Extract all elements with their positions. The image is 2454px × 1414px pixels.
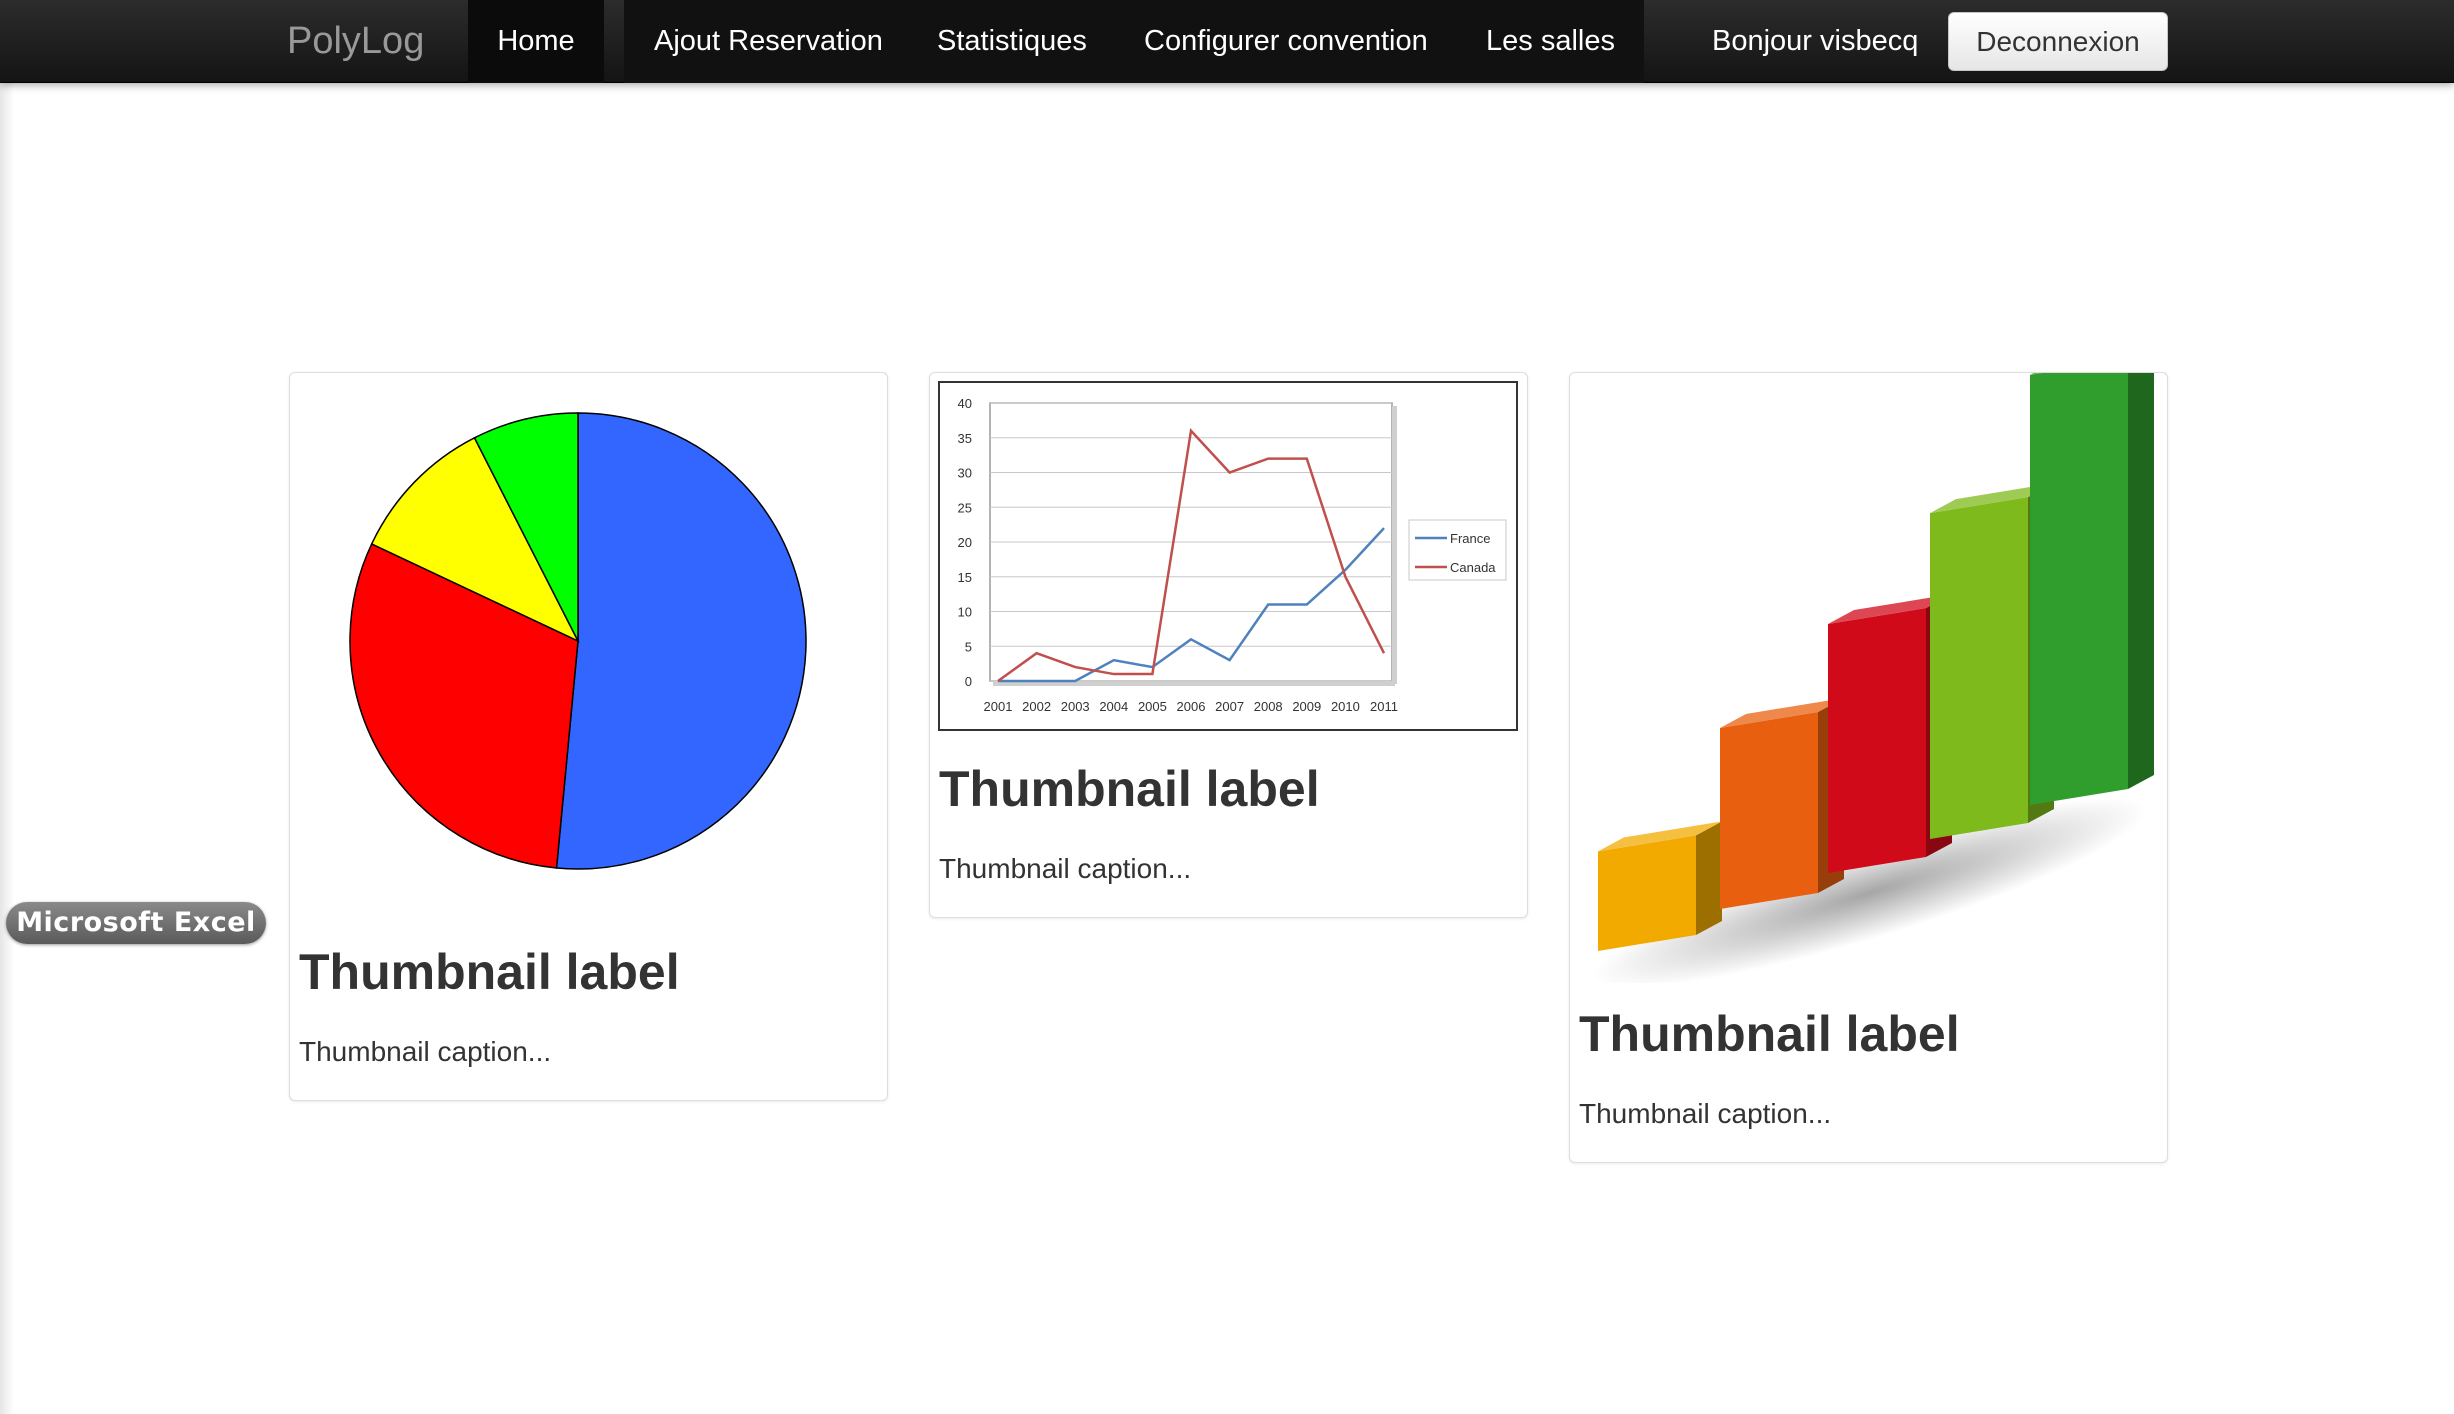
x-tick-label: 2009 (1292, 699, 1321, 714)
nav-item-configurer-convention[interactable]: Configurer convention (1144, 0, 1428, 83)
nav-group-home: Home (468, 0, 604, 83)
y-tick-label: 5 (965, 639, 972, 654)
x-tick-label: 2006 (1177, 699, 1206, 714)
x-tick-label: 2004 (1099, 699, 1128, 714)
y-tick-label: 30 (958, 466, 972, 481)
y-tick-label: 40 (958, 396, 972, 411)
plot-shadow-right (1392, 406, 1397, 684)
thumbnail-card-1[interactable]: Thumbnail label Thumbnail caption... (289, 372, 888, 1101)
y-tick-label: 25 (958, 500, 972, 515)
nav-item-les-salles[interactable]: Les salles (1486, 0, 1615, 83)
y-tick-label: 0 (965, 674, 972, 689)
x-tick-label: 2003 (1061, 699, 1090, 714)
x-tick-label: 2010 (1331, 699, 1360, 714)
x-tick-label: 2001 (984, 699, 1013, 714)
bar-5 (2030, 373, 2154, 805)
y-tick-label: 10 (958, 605, 972, 620)
y-tick-label: 20 (958, 535, 972, 550)
legend-label: France (1450, 531, 1490, 546)
thumbnail-caption: Thumbnail caption... (1579, 1098, 1832, 1129)
x-tick-label: 2005 (1138, 699, 1167, 714)
thumbnail-label: Thumbnail label (1579, 1006, 1960, 1062)
thumbnail-label: Thumbnail label (299, 944, 680, 1000)
bar-chart-3d (1592, 373, 2154, 983)
nav-group-main: Ajout Reservation Statistiques Configure… (624, 0, 1644, 83)
logout-button[interactable]: Deconnexion (1948, 12, 2168, 71)
x-tick-label: 2008 (1254, 699, 1283, 714)
x-tick-label: 2007 (1215, 699, 1244, 714)
pie-chart (349, 412, 807, 870)
brand-logo[interactable]: PolyLog (287, 0, 424, 83)
pie-slice-1 (555, 412, 807, 870)
x-tick-label: 2002 (1022, 699, 1051, 714)
x-tick-label: 2011 (1370, 699, 1398, 714)
legend-label: Canada (1450, 560, 1496, 575)
y-tick-label: 35 (958, 431, 972, 446)
line-chart: 0 5 10 15 20 25 30 35 40 2001 2002 2003 2004 2005 2006… (938, 381, 1518, 731)
thumbnail-card-2[interactable]: 0 5 10 15 20 25 30 35 40 2001 2002 2003 2004 2005 2006… (929, 372, 1528, 918)
thumbnail-card-3[interactable]: Thumbnail label Thumbnail caption... (1569, 372, 2168, 1163)
top-navbar: PolyLog Home Ajout Reservation Statistiq… (0, 0, 2454, 83)
bar-2 (1720, 697, 1844, 909)
user-greeting: Bonjour visbecq (1712, 25, 1919, 57)
nav-item-ajout-reservation[interactable]: Ajout Reservation (654, 0, 883, 83)
dock-tooltip: Microsoft Excel (6, 902, 266, 944)
thumbnail-label: Thumbnail label (939, 761, 1320, 817)
nav-item-statistiques[interactable]: Statistiques (937, 0, 1087, 83)
thumbnail-caption: Thumbnail caption... (299, 1036, 552, 1067)
thumbnail-caption: Thumbnail caption... (939, 853, 1192, 884)
y-tick-label: 15 (958, 570, 972, 585)
window-edge-shadow (0, 83, 14, 1414)
nav-item-home[interactable]: Home (468, 0, 604, 83)
